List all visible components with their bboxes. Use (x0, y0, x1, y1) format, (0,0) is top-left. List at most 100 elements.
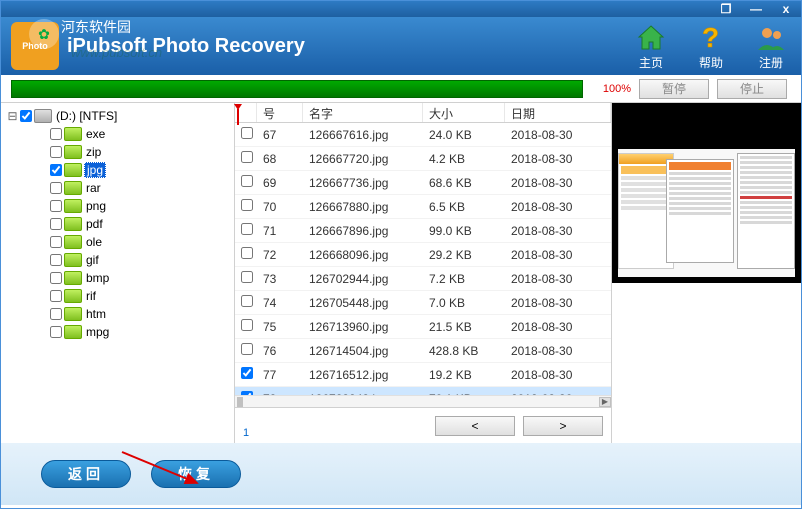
col-date[interactable]: 日期 (505, 103, 611, 122)
row-filename: 126667880.jpg (303, 200, 423, 214)
col-name[interactable]: 名字 (303, 103, 423, 122)
pause-button[interactable]: 暂停 (639, 79, 709, 99)
row-checkbox[interactable] (241, 151, 253, 163)
tree-item-checkbox[interactable] (50, 164, 62, 176)
tree-item-ole[interactable]: ole (3, 233, 232, 251)
stop-button[interactable]: 停止 (717, 79, 787, 99)
app-header: ✿ 河东软件园 Photo iPubsoft Photo Recovery ww… (1, 17, 801, 75)
table-row[interactable]: 71126667896.jpg99.0 KB2018-08-30 (235, 219, 611, 243)
row-size: 7.0 KB (423, 296, 505, 310)
tree-item-checkbox[interactable] (50, 218, 62, 230)
register-button[interactable]: 注册 (751, 22, 791, 71)
tree-item-bmp[interactable]: bmp (3, 269, 232, 287)
help-icon: ? (695, 22, 727, 54)
row-number: 67 (257, 128, 303, 142)
tree-item-label: png (84, 199, 108, 213)
tree-item-pdf[interactable]: pdf (3, 215, 232, 233)
help-button[interactable]: ? 帮助 (691, 22, 731, 71)
tree-item-rar[interactable]: rar (3, 179, 232, 197)
row-filename: 126668096.jpg (303, 248, 423, 262)
row-checkbox[interactable] (241, 127, 253, 139)
minimize-button[interactable]: — (741, 1, 771, 17)
table-row[interactable]: 74126705448.jpg7.0 KB2018-08-30 (235, 291, 611, 315)
table-row[interactable]: 78126723248.jpg70.1 KB2018-08-30 (235, 387, 611, 395)
row-checkbox[interactable] (241, 295, 253, 307)
row-filename: 126667720.jpg (303, 152, 423, 166)
close-button[interactable]: x (771, 1, 801, 17)
tree-root-checkbox[interactable] (20, 110, 32, 122)
site-logo-icon: ✿ (29, 19, 59, 49)
row-checkbox[interactable] (241, 271, 253, 283)
titlebar-menu-button[interactable]: ❐ (711, 1, 741, 17)
tree-item-label: htm (84, 307, 108, 321)
row-size: 68.6 KB (423, 176, 505, 190)
row-checkbox[interactable] (241, 247, 253, 259)
tree-item-checkbox[interactable] (50, 182, 62, 194)
tree-item-label: ole (84, 235, 104, 249)
tree-item-htm[interactable]: htm (3, 305, 232, 323)
tree-item-checkbox[interactable] (50, 146, 62, 158)
table-row[interactable]: 75126713960.jpg21.5 KB2018-08-30 (235, 315, 611, 339)
tree-item-checkbox[interactable] (50, 236, 62, 248)
folder-icon (64, 289, 82, 303)
row-checkbox[interactable] (241, 319, 253, 331)
row-size: 4.2 KB (423, 152, 505, 166)
tree-item-checkbox[interactable] (50, 254, 62, 266)
file-list-body[interactable]: 67126667616.jpg24.0 KB2018-08-3068126667… (235, 123, 611, 395)
tree-collapse-icon[interactable]: ⊟ (7, 109, 18, 123)
col-number[interactable]: 号 (257, 103, 303, 122)
table-row[interactable]: 69126667736.jpg68.6 KB2018-08-30 (235, 171, 611, 195)
help-label: 帮助 (699, 54, 723, 71)
drive-icon (34, 109, 52, 123)
row-date: 2018-08-30 (505, 248, 611, 262)
table-row[interactable]: 73126702944.jpg7.2 KB2018-08-30 (235, 267, 611, 291)
row-number: 68 (257, 152, 303, 166)
tree-item-label: rif (84, 289, 98, 303)
table-row[interactable]: 76126714504.jpg428.8 KB2018-08-30 (235, 339, 611, 363)
table-row[interactable]: 77126716512.jpg19.2 KB2018-08-30 (235, 363, 611, 387)
folder-icon (64, 307, 82, 321)
table-row[interactable]: 72126668096.jpg29.2 KB2018-08-30 (235, 243, 611, 267)
prev-page-button[interactable]: < (435, 416, 515, 436)
col-size[interactable]: 大小 (423, 103, 505, 122)
back-button[interactable]: 返回 (41, 460, 131, 488)
row-checkbox[interactable] (241, 367, 253, 379)
tree-item-checkbox[interactable] (50, 128, 62, 140)
marker-icon (235, 103, 243, 125)
tree-item-jpg[interactable]: jpg (3, 161, 232, 179)
row-number: 75 (257, 320, 303, 334)
tree-item-png[interactable]: png (3, 197, 232, 215)
row-size: 6.5 KB (423, 200, 505, 214)
tree-item-mpg[interactable]: mpg (3, 323, 232, 341)
window-titlebar: ❐ — x (1, 1, 801, 17)
tree-item-zip[interactable]: zip (3, 143, 232, 161)
tree-root-row[interactable]: ⊟ (D:) [NTFS] (3, 107, 232, 125)
row-checkbox[interactable] (241, 343, 253, 355)
recover-button[interactable]: 恢复 (151, 460, 241, 488)
horizontal-scrollbar[interactable]: ▶ (235, 395, 611, 407)
tree-item-rif[interactable]: rif (3, 287, 232, 305)
user-icon (755, 22, 787, 54)
next-page-button[interactable]: > (523, 416, 603, 436)
row-checkbox[interactable] (241, 175, 253, 187)
table-row[interactable]: 67126667616.jpg24.0 KB2018-08-30 (235, 123, 611, 147)
tree-item-checkbox[interactable] (50, 200, 62, 212)
row-checkbox[interactable] (241, 223, 253, 235)
tree-item-checkbox[interactable] (50, 326, 62, 338)
home-button[interactable]: 主页 (631, 22, 671, 71)
table-row[interactable]: 70126667880.jpg6.5 KB2018-08-30 (235, 195, 611, 219)
tree-item-checkbox[interactable] (50, 272, 62, 284)
row-date: 2018-08-30 (505, 296, 611, 310)
tree-item-exe[interactable]: exe (3, 125, 232, 143)
tree-item-gif[interactable]: gif (3, 251, 232, 269)
table-row[interactable]: 68126667720.jpg4.2 KB2018-08-30 (235, 147, 611, 171)
folder-tree[interactable]: ⊟ (D:) [NTFS] exezipjpgrar png pdf ole gifbm… (1, 103, 235, 443)
home-icon (635, 22, 667, 54)
folder-icon (64, 127, 82, 141)
tree-item-checkbox[interactable] (50, 290, 62, 302)
row-number: 77 (257, 368, 303, 382)
tree-item-checkbox[interactable] (50, 308, 62, 320)
row-checkbox[interactable] (241, 199, 253, 211)
folder-icon (64, 145, 82, 159)
folder-icon (64, 235, 82, 249)
